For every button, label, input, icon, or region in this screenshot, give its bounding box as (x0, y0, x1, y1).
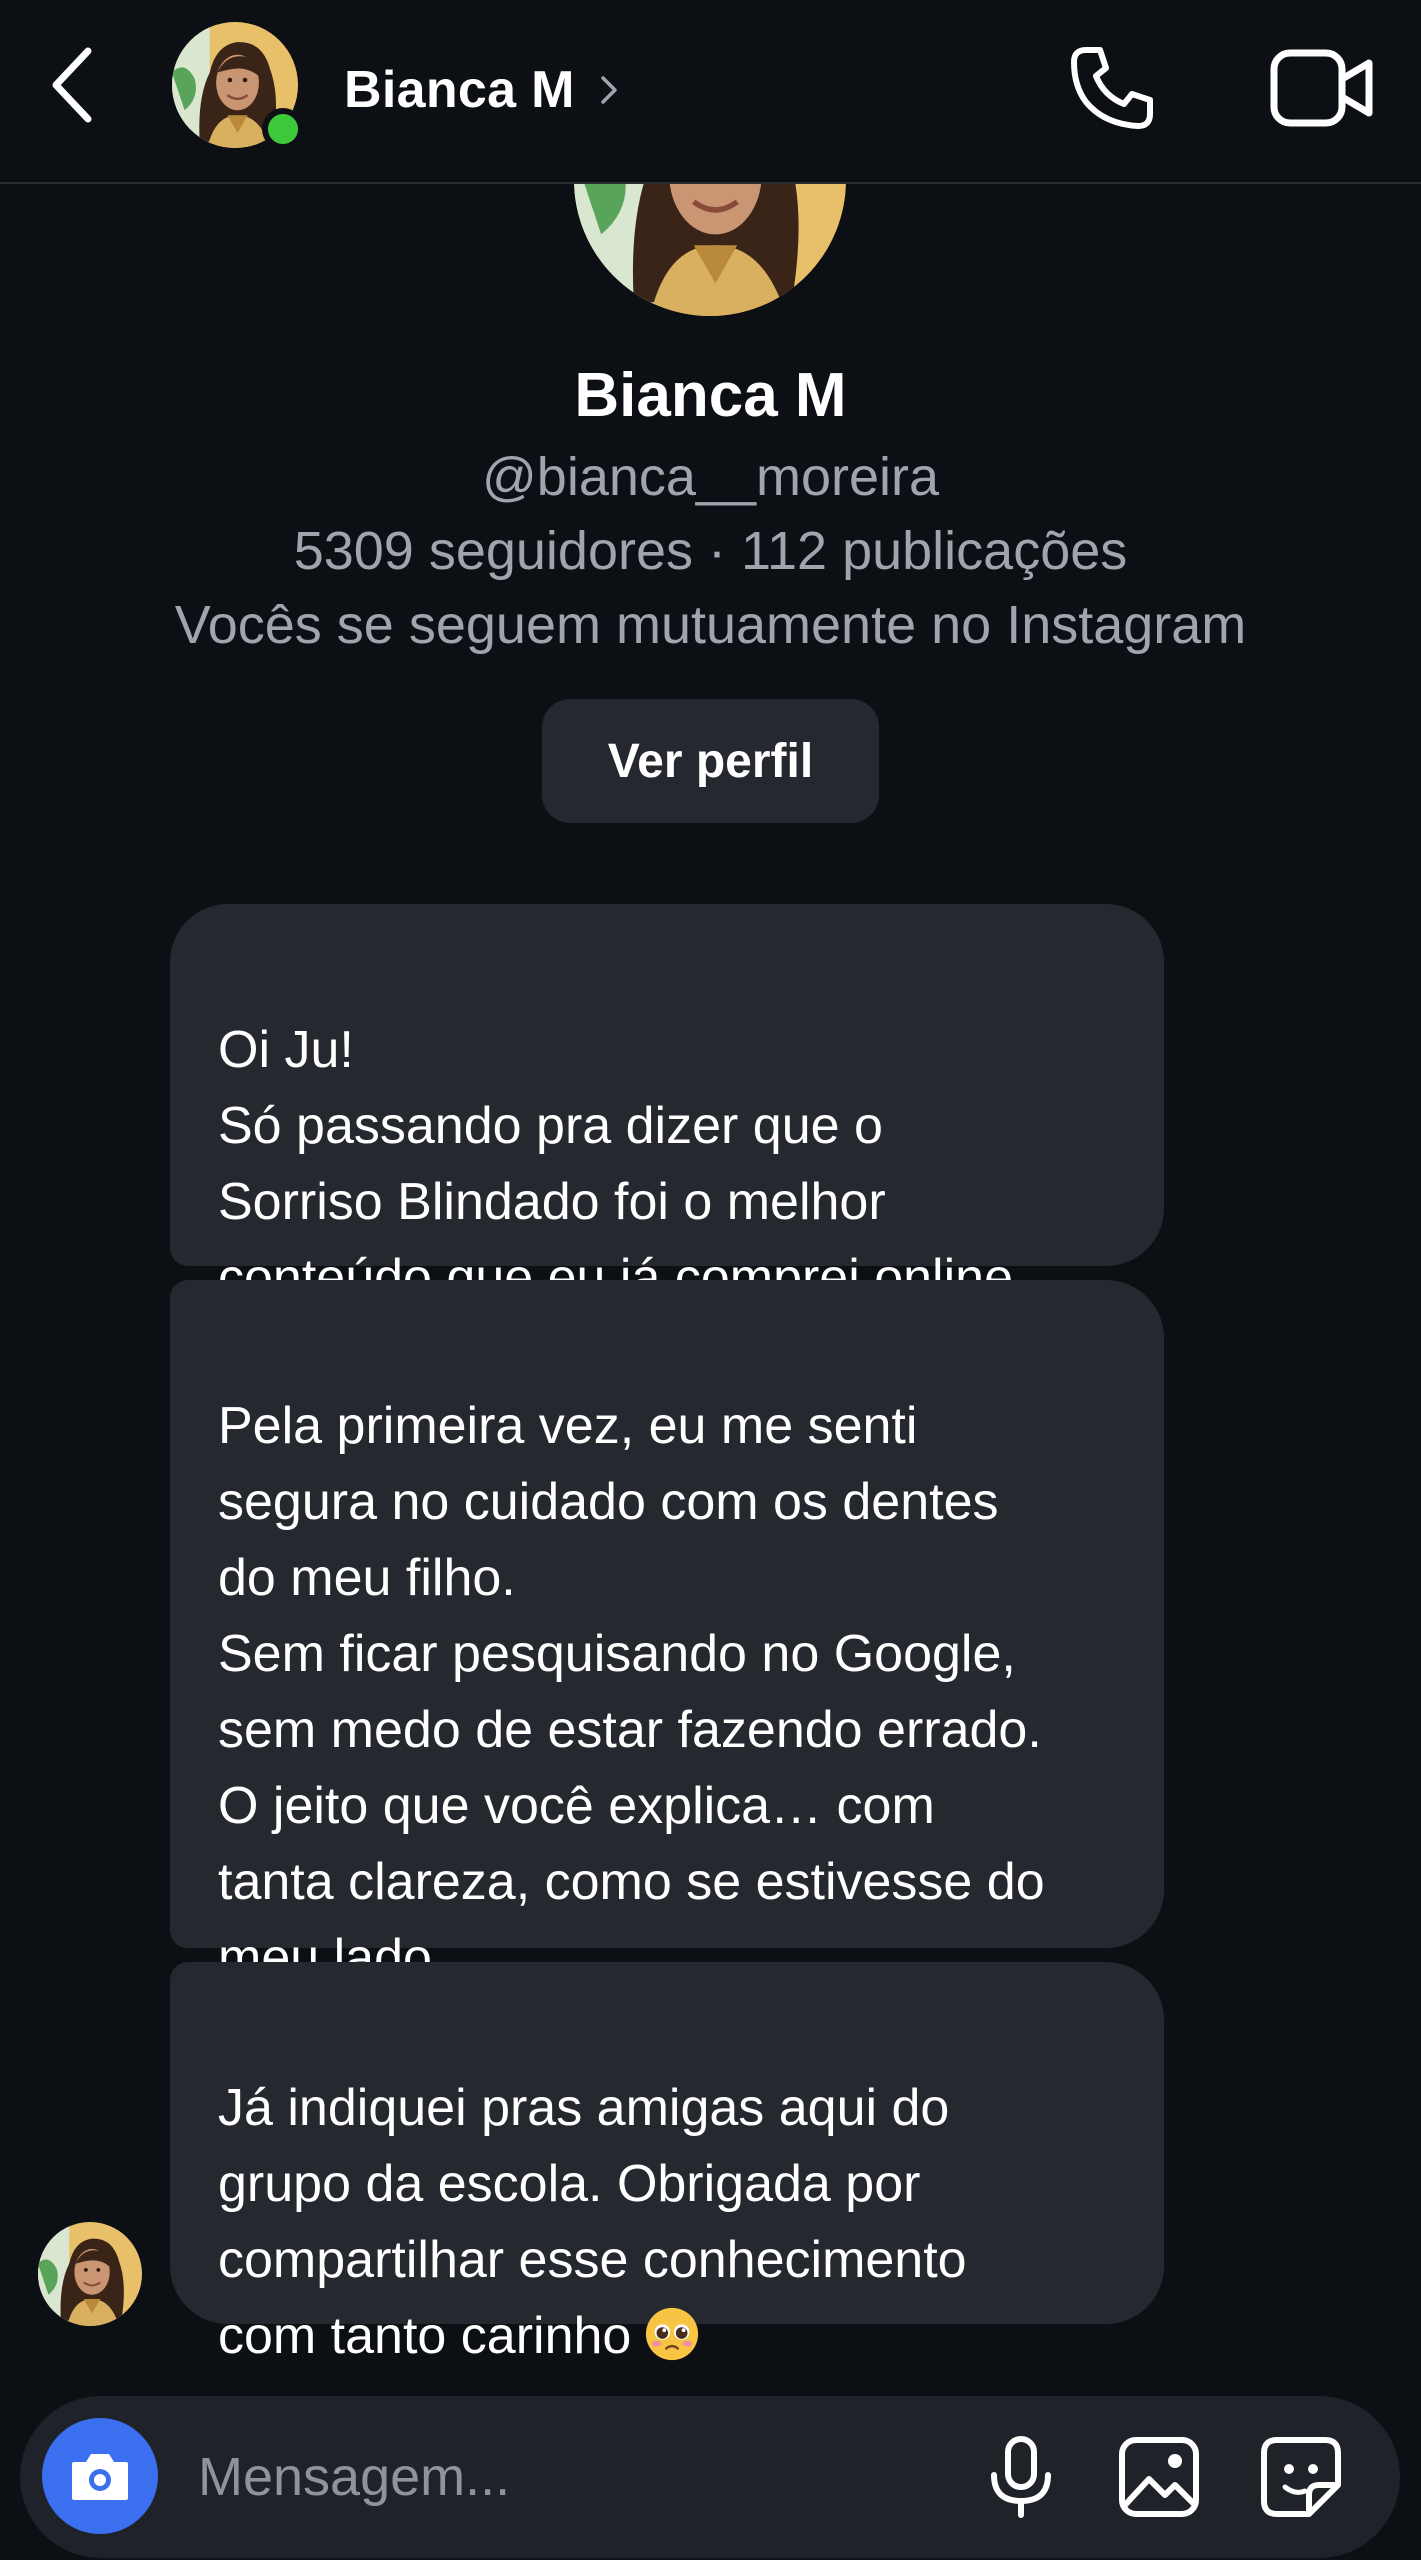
message-text: Já indiquei pras amigas aqui do grupo da… (218, 2079, 967, 2365)
back-button[interactable] (38, 40, 108, 130)
chevron-right-icon (600, 76, 617, 104)
view-profile-button[interactable]: Ver perfil (542, 699, 879, 823)
camera-icon (72, 2454, 128, 2500)
profile-stats: 5309 seguidores · 112 publicações (293, 521, 1128, 581)
mutual-follow-note: Vocês se seguem mutuamente no Instagram (174, 595, 1247, 655)
contact-name: Bianca M (344, 61, 575, 119)
message-input[interactable] (198, 2432, 818, 2522)
voice-call-button[interactable] (1060, 36, 1164, 140)
sender-avatar-image (38, 2222, 142, 2326)
chat-header: Bianca M (0, 0, 1421, 184)
message-bubble[interactable]: Pela primeira vez, eu me senti segura no… (170, 1280, 1164, 1987)
profile-handle: @bianca__moreira (481, 447, 940, 507)
gallery-icon (1119, 2437, 1199, 2517)
gallery-button[interactable] (1104, 2422, 1214, 2532)
video-camera-icon (1270, 49, 1373, 127)
microphone-icon (991, 2436, 1051, 2518)
message-composer (20, 2396, 1400, 2558)
online-status-indicator (262, 108, 304, 150)
message-text: Pela primeira vez, eu me senti segura no… (218, 1397, 1045, 1987)
chevron-left-icon (52, 47, 92, 123)
sender-avatar[interactable] (38, 2222, 142, 2326)
voice-message-button[interactable] (966, 2422, 1076, 2532)
message-bubble[interactable]: Oi Ju! Só passando pra dizer que o Sorri… (170, 904, 1164, 1307)
pleading-face-emoji (646, 2307, 699, 2361)
message-bubble[interactable]: Já indiquei pras amigas aqui do grupo da… (170, 1962, 1164, 2365)
contact-name-link[interactable]: Bianca M (344, 55, 619, 125)
header-avatar[interactable] (172, 22, 304, 150)
message-text: Oi Ju! Só passando pra dizer que o Sorri… (218, 1021, 1028, 1307)
video-call-button[interactable] (1262, 36, 1382, 140)
camera-button[interactable] (42, 2418, 158, 2534)
sticker-icon (1261, 2437, 1341, 2517)
profile-name: Bianca M (574, 361, 847, 430)
sticker-button[interactable] (1246, 2422, 1356, 2532)
phone-icon (1071, 47, 1153, 129)
